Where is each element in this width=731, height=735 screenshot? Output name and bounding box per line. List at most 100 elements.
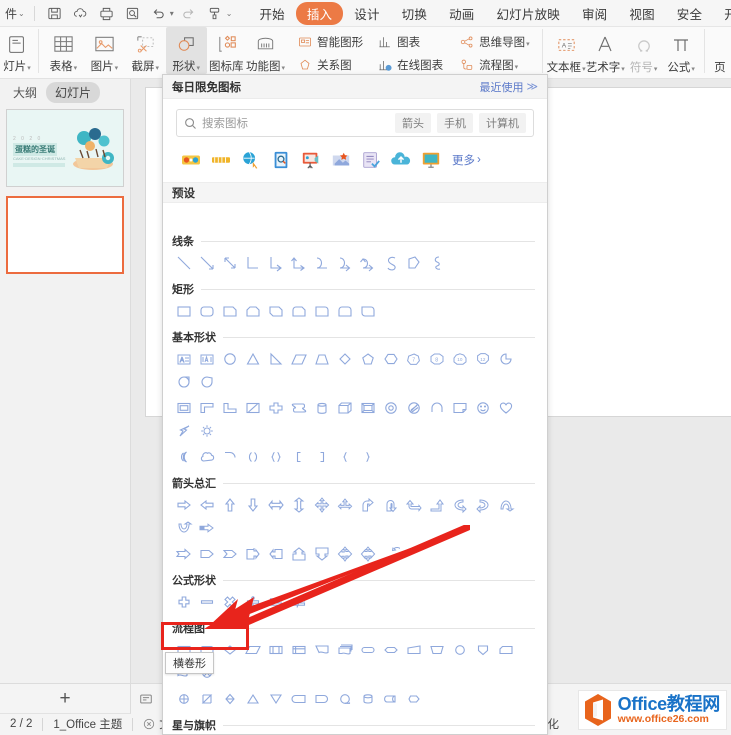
shape-flowchart-preparation[interactable] [379,638,402,661]
shape-curve[interactable] [310,251,333,274]
shape-right-arrow[interactable] [172,493,195,516]
tab-transition[interactable]: 切换 [391,2,438,25]
ribbon-flowchart[interactable]: 流程图▾ [453,53,534,76]
shape-flowchart-extract[interactable] [241,687,264,710]
filmstrip-icon[interactable] [206,147,236,173]
shape-frame-text[interactable] [195,347,218,370]
presentation-person-icon[interactable] [296,147,326,173]
shape-right-arrow-callout[interactable] [241,542,264,565]
shape-multiply[interactable] [218,590,241,613]
shape-arc2[interactable] [218,445,241,468]
shape-left-arrow[interactable] [195,493,218,516]
shape-flowchart-merge[interactable] [264,687,287,710]
shape-flowchart-magnetic-disk[interactable] [356,687,379,710]
customize-toolbar-chevron-icon[interactable]: ⌄ [226,9,233,18]
shape-flowchart-multidocument[interactable] [333,638,356,661]
shapes-scroll-area[interactable]: 线条 矩形 基本形状 A 7 8 10 12 箭头总汇 公式形状 流程图 星与旗… [163,228,547,734]
shape-left-up-arrow[interactable] [402,493,425,516]
shape-line-double-arrow[interactable] [218,251,241,274]
shape-flowchart-manual-operation[interactable] [425,638,448,661]
shape-folded-corner[interactable] [448,396,471,419]
tab-developer-tools[interactable]: 开发工具 [713,2,731,25]
shape-pentagon-arrow[interactable] [195,542,218,565]
shape-scribble[interactable] [425,251,448,274]
shape-flowchart-direct-access-storage[interactable] [379,687,402,710]
shape-up-arrow[interactable] [218,493,241,516]
ribbon-icon-library[interactable]: 图标库 [207,27,246,74]
shape-not-equal[interactable] [287,590,310,613]
document-search-icon[interactable] [266,147,296,173]
tab-outline[interactable]: 大纲 [4,82,46,103]
shape-curve-arrow[interactable] [333,251,356,274]
shape-trapezoid[interactable] [310,347,333,370]
shape-smiley[interactable] [471,396,494,419]
shape-flowchart-predefined-process[interactable] [264,638,287,661]
shape-oval[interactable] [218,347,241,370]
shape-curved-left-arrow[interactable] [471,493,494,516]
shape-right-triangle[interactable] [264,347,287,370]
shape-text-box[interactable]: A [172,347,195,370]
shape-up-arrow-callout[interactable] [287,542,310,565]
shape-flowchart-decision[interactable] [218,638,241,661]
shape-sun[interactable] [195,419,218,442]
shape-round-diagonal-corner-rect[interactable] [356,299,379,322]
shape-minus[interactable] [195,590,218,613]
shape-left-right-arrow-callout[interactable] [356,542,379,565]
shape-flowchart-data[interactable] [241,638,264,661]
cloud-upload-icon[interactable] [386,147,416,173]
shape-notched-right-arrow[interactable] [172,542,195,565]
shape-flowchart-delay[interactable] [310,687,333,710]
shape-octagon[interactable]: 8 [425,347,448,370]
shape-left-right-arrow[interactable] [264,493,287,516]
ribbon-chart[interactable]: 图表 [371,30,447,53]
photo-star-icon[interactable] [326,147,356,173]
ribbon-feature-chart[interactable]: 功能图▾ [246,27,285,74]
shape-down-arrow-callout[interactable] [310,542,333,565]
shape-flowchart-internal-storage[interactable] [287,638,310,661]
ribbon-screenshot[interactable]: 截屏▾ [125,27,166,74]
shape-flowchart-sort[interactable] [218,687,241,710]
ribbon-mind-map[interactable]: 思维导图▾ [453,30,534,53]
shape-bent-arrow[interactable] [356,493,379,516]
shape-quad-arrow[interactable] [310,493,333,516]
tab-insert[interactable]: 插入 [295,1,344,25]
shape-curved-up-arrow[interactable] [494,493,517,516]
globe-click-icon[interactable] [236,147,266,173]
shape-flowchart-card[interactable] [494,638,517,661]
shape-chord[interactable] [195,370,218,393]
tab-animation[interactable]: 动画 [438,2,485,25]
shape-heptagon[interactable]: 7 [402,347,425,370]
redo-icon[interactable] [179,3,199,23]
shape-l-shape[interactable] [218,396,241,419]
shape-curved-down-arrow[interactable] [172,516,195,539]
search-tag-computer[interactable]: 计算机 [479,113,526,133]
shape-heart[interactable] [494,396,517,419]
shape-bent-up-arrow[interactable] [425,493,448,516]
shape-flowchart-sequential-access[interactable] [333,687,356,710]
shape-cube[interactable] [333,396,356,419]
icon-search-input[interactable]: 搜索图标 [202,115,389,131]
ribbon-textbox[interactable]: A 文本框▾ [546,27,586,75]
ribbon-online-chart[interactable]: 在线图表 [371,53,447,76]
shape-snip-same-side-corner-rect[interactable] [241,299,264,322]
tab-view[interactable]: 视图 [618,2,665,25]
ribbon-table[interactable]: 表格▾ [43,27,84,74]
shape-round-same-side-corner-rect[interactable] [333,299,356,322]
shape-right-brace[interactable] [356,445,379,468]
ribbon-picture[interactable]: 图片▾ [84,27,125,74]
shape-line-arrow[interactable] [195,251,218,274]
shape-equal[interactable] [264,590,287,613]
print-icon[interactable] [97,3,117,23]
ribbon-symbol[interactable]: 符号▾ [625,27,663,75]
shape-flowchart-manual-input[interactable] [402,638,425,661]
shape-frame[interactable] [172,396,195,419]
shape-elbow-connector[interactable] [241,251,264,274]
slide-thumbnail-1[interactable]: 2 0 2 0 蛋糕的圣诞 CAKE·DESIGN·CHRISTMAS [6,109,124,187]
recent-used-link[interactable]: 最近使用 ≫ [479,79,538,95]
shape-can[interactable] [310,396,333,419]
cloud-sync-icon[interactable] [71,3,91,23]
shape-cross[interactable] [264,396,287,419]
shape-divide[interactable] [241,590,264,613]
undo-dropdown-chevron-icon[interactable]: ▾ [170,9,174,18]
shape-cloud[interactable] [195,445,218,468]
